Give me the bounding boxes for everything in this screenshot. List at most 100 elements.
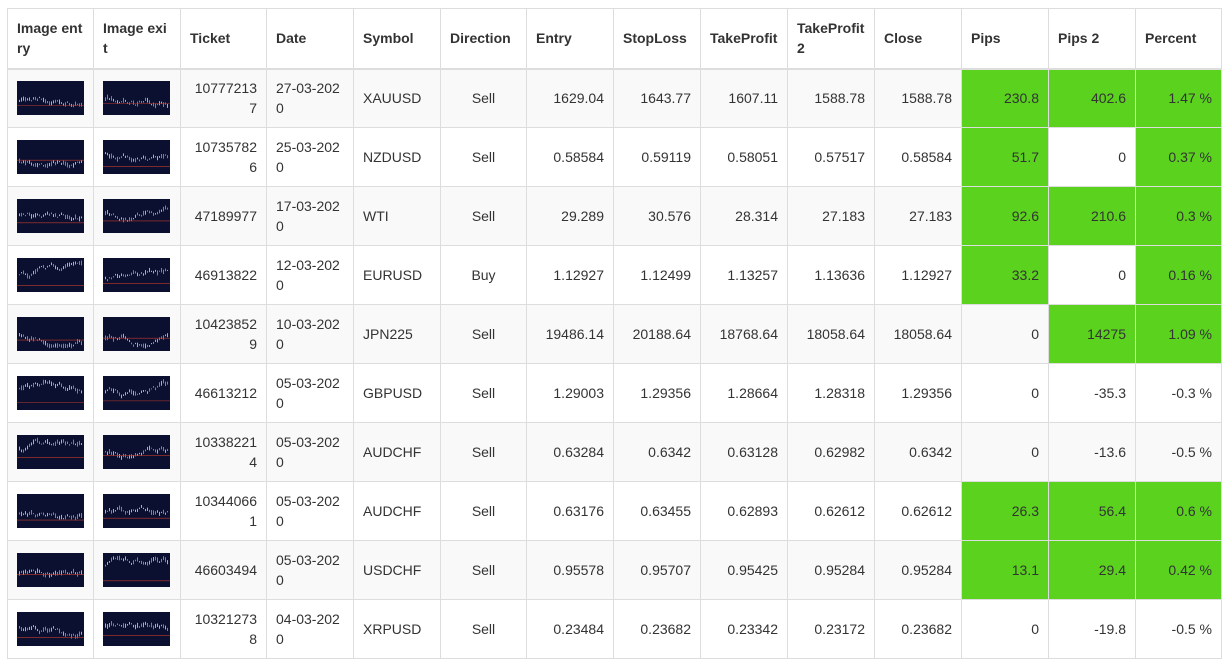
chart-thumbnail-icon[interactable] (17, 494, 84, 528)
symbol-cell: WTI (353, 186, 441, 246)
header-close: Close (874, 8, 962, 70)
takeprofit-2-cell: 0.62612 (787, 481, 875, 541)
percent-cell: 0.37 % (1135, 127, 1222, 187)
pips-cell: 0 (961, 304, 1049, 364)
ticket-cell: 47189977 (180, 186, 267, 246)
chart-thumbnail-icon[interactable] (103, 553, 170, 587)
close-cell: 1.12927 (874, 245, 962, 305)
image-exit-cell[interactable] (93, 304, 181, 364)
takeprofit-2-cell: 0.23172 (787, 599, 875, 659)
takeprofit-cell: 0.62893 (700, 481, 788, 541)
entry-cell: 0.58584 (526, 127, 614, 187)
takeprofit-2-cell: 1588.78 (787, 68, 875, 128)
direction-cell: Sell (440, 127, 527, 187)
chart-thumbnail-icon[interactable] (17, 81, 84, 116)
chart-thumbnail-icon[interactable] (103, 258, 170, 292)
chart-thumbnail-icon[interactable] (17, 140, 84, 174)
entry-cell: 19486.14 (526, 304, 614, 364)
direction-cell: Sell (440, 540, 527, 600)
chart-thumbnail-icon[interactable] (103, 199, 170, 233)
entry-cell: 29.289 (526, 186, 614, 246)
entry-cell: 1629.04 (526, 68, 614, 128)
date-cell: 10-03-2020 (266, 304, 354, 364)
image-entry-cell[interactable] (7, 127, 94, 187)
date-cell: 05-03-2020 (266, 422, 354, 482)
pips-2-cell: 14275 (1048, 304, 1136, 364)
ticket-cell: 46613212 (180, 363, 267, 423)
image-entry-cell[interactable] (7, 540, 94, 600)
pips-2-cell: -35.3 (1048, 363, 1136, 423)
pips-cell: 0 (961, 599, 1049, 659)
table-row: 46603494 05-03-2020 USDCHF Sell 0.95578 0.957… (7, 540, 1222, 600)
percent-cell: -0.3 % (1135, 363, 1222, 423)
table-body: 107772137 27-03-2020 XAUUSD Sell 1629.04 1643… (7, 68, 1222, 659)
table-row: 46613212 05-03-2020 GBPUSD Sell 1.29003 1.293… (7, 363, 1222, 423)
chart-thumbnail-icon[interactable] (103, 435, 170, 469)
takeprofit-2-cell: 0.62982 (787, 422, 875, 482)
image-entry-cell[interactable] (7, 481, 94, 541)
chart-thumbnail-icon[interactable] (103, 376, 170, 410)
chart-thumbnail-icon[interactable] (17, 435, 84, 469)
chart-thumbnail-icon[interactable] (103, 140, 170, 174)
image-exit-cell[interactable] (93, 540, 181, 600)
takeprofit-cell: 0.58051 (700, 127, 788, 187)
chart-thumbnail-icon[interactable] (103, 494, 170, 528)
image-exit-cell[interactable] (93, 68, 181, 128)
direction-cell: Sell (440, 68, 527, 128)
ticket-cell: 103212738 (180, 599, 267, 659)
header-direction: Direction (440, 8, 527, 70)
chart-thumbnail-icon[interactable] (103, 612, 170, 646)
symbol-cell: EURUSD (353, 245, 441, 305)
chart-thumbnail-icon[interactable] (17, 258, 84, 292)
image-entry-cell[interactable] (7, 363, 94, 423)
symbol-cell: AUDCHF (353, 481, 441, 541)
chart-thumbnail-icon[interactable] (17, 553, 84, 587)
image-exit-cell[interactable] (93, 363, 181, 423)
ticket-cell: 107772137 (180, 68, 267, 128)
stoploss-cell: 30.576 (613, 186, 701, 246)
image-exit-cell[interactable] (93, 481, 181, 541)
table-row: 107772137 27-03-2020 XAUUSD Sell 1629.04 1643… (7, 68, 1222, 128)
close-cell: 1588.78 (874, 68, 962, 128)
takeprofit-cell: 1.13257 (700, 245, 788, 305)
entry-cell: 1.12927 (526, 245, 614, 305)
pips-2-cell: 0 (1048, 127, 1136, 187)
image-entry-cell[interactable] (7, 186, 94, 246)
ticket-cell: 103382214 (180, 422, 267, 482)
chart-thumbnail-icon[interactable] (17, 199, 84, 233)
chart-thumbnail-icon[interactable] (17, 612, 84, 646)
symbol-cell: NZDUSD (353, 127, 441, 187)
image-exit-cell[interactable] (93, 599, 181, 659)
stoploss-cell: 0.95707 (613, 540, 701, 600)
image-exit-cell[interactable] (93, 245, 181, 305)
table-row: 103440661 05-03-2020 AUDCHF Sell 0.63176 0.63… (7, 481, 1222, 541)
takeprofit-cell: 1.28664 (700, 363, 788, 423)
image-exit-cell[interactable] (93, 186, 181, 246)
image-entry-cell[interactable] (7, 304, 94, 364)
chart-thumbnail-icon[interactable] (103, 317, 170, 351)
chart-thumbnail-icon[interactable] (17, 317, 84, 351)
image-entry-cell[interactable] (7, 245, 94, 305)
symbol-cell: XRPUSD (353, 599, 441, 659)
close-cell: 1.29356 (874, 363, 962, 423)
image-exit-cell[interactable] (93, 422, 181, 482)
ticket-cell: 103440661 (180, 481, 267, 541)
header-symbol: Symbol (353, 8, 441, 70)
table-row: 107357826 25-03-2020 NZDUSD Sell 0.58584 0.59… (7, 127, 1222, 187)
image-entry-cell[interactable] (7, 422, 94, 482)
table-row: 104238529 10-03-2020 JPN225 Sell 19486.14 201… (7, 304, 1222, 364)
table-header: Image entry Image exit Ticket Date Symbol Dir… (7, 8, 1222, 70)
chart-thumbnail-icon[interactable] (103, 81, 170, 116)
stoploss-cell: 0.63455 (613, 481, 701, 541)
image-exit-cell[interactable] (93, 127, 181, 187)
chart-thumbnail-icon[interactable] (17, 376, 84, 410)
pips-cell: 230.8 (961, 68, 1049, 128)
takeprofit-2-cell: 1.13636 (787, 245, 875, 305)
image-entry-cell[interactable] (7, 68, 94, 128)
takeprofit-2-cell: 18058.64 (787, 304, 875, 364)
pips-cell: 0 (961, 363, 1049, 423)
stoploss-cell: 0.23682 (613, 599, 701, 659)
header-date: Date (266, 8, 354, 70)
ticket-cell: 46603494 (180, 540, 267, 600)
image-entry-cell[interactable] (7, 599, 94, 659)
